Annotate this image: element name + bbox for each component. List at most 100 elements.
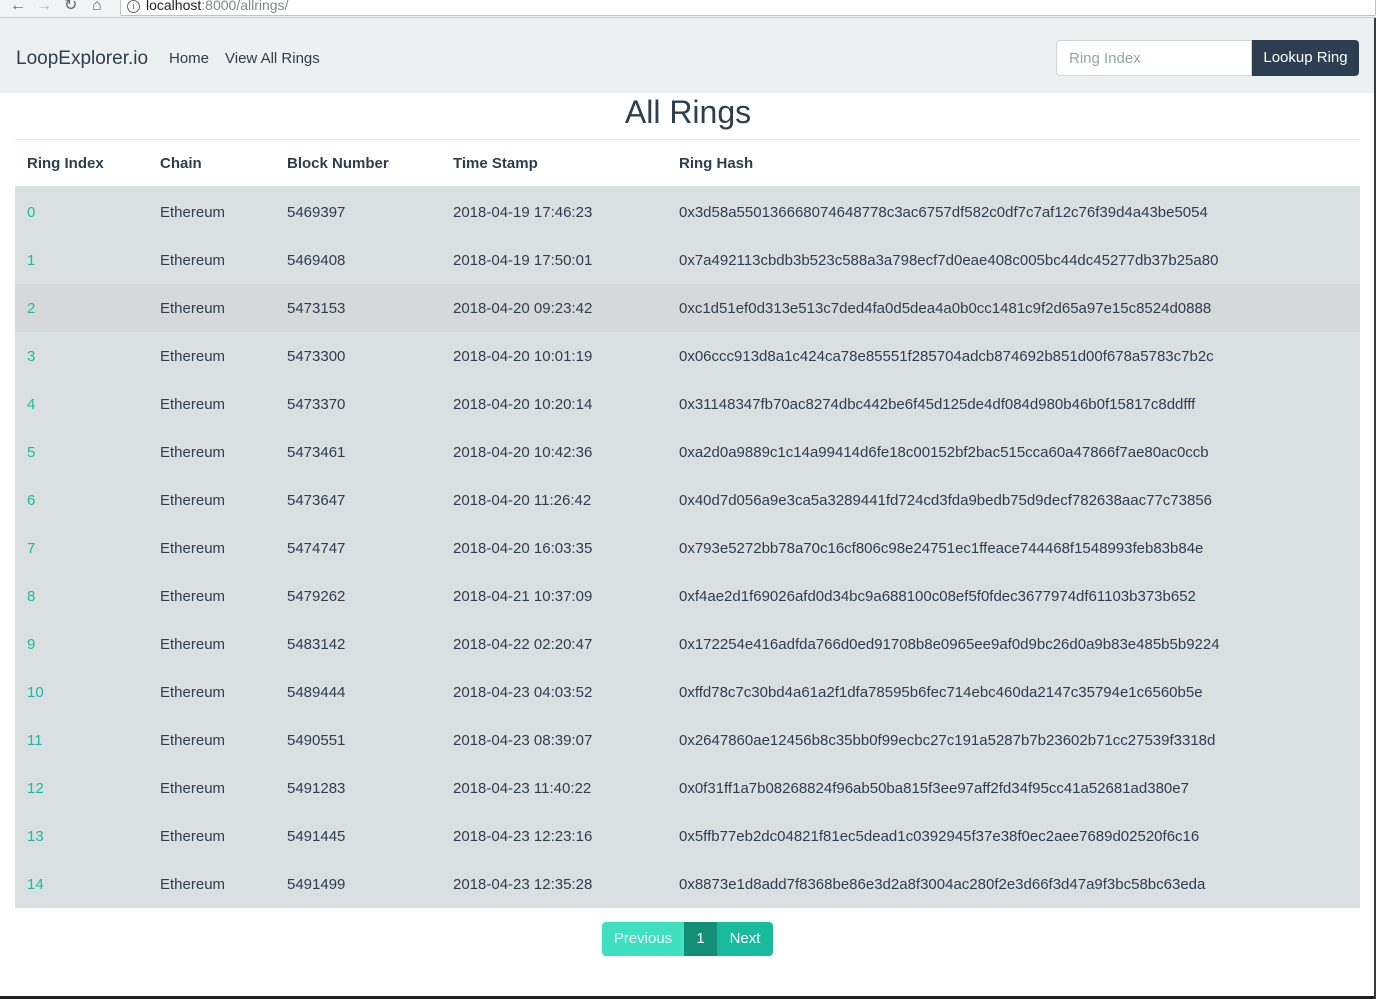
timestamp-cell: 2018-04-23 11:40:22 [441,764,667,812]
block-number-cell: 5491445 [275,812,441,860]
ring-index-link[interactable]: 13 [15,812,148,860]
ring-index-link[interactable]: 4 [15,380,148,428]
timestamp-cell: 2018-04-23 12:35:28 [441,860,667,908]
lookup-ring-button[interactable]: Lookup Ring [1252,40,1359,76]
chain-cell: Ethereum [148,524,275,572]
ring-index-input[interactable] [1056,40,1252,76]
ring-index-link[interactable]: 7 [15,524,148,572]
block-number-cell: 5490551 [275,716,441,764]
ring-index-link[interactable]: 2 [15,284,148,332]
url-path: :8000/allrings/ [201,0,289,13]
timestamp-cell: 2018-04-20 11:26:42 [441,476,667,524]
ring-index-link[interactable]: 14 [15,860,148,908]
table-row[interactable]: 11 Ethereum 5490551 2018-04-23 08:39:07 0x26… [15,716,1360,764]
url-host: localhost [146,0,202,13]
block-number-cell: 5473300 [275,332,441,380]
ring-hash-cell: 0x793e5272bb78a70c16cf806c98e24751ec1ffe… [667,524,1360,572]
ring-index-link[interactable]: 11 [15,716,148,764]
block-number-cell: 5473370 [275,380,441,428]
ring-index-link[interactable]: 6 [15,476,148,524]
timestamp-cell: 2018-04-20 10:20:14 [441,380,667,428]
table-header-row: Ring Index Chain Block Number Time Stamp… [15,140,1360,188]
table-body: 0 Ethereum 5469397 2018-04-19 17:46:23 0x3d5… [15,187,1360,908]
chain-cell: Ethereum [148,716,275,764]
table-row[interactable]: 1 Ethereum 5469408 2018-04-19 17:50:01 0x7a4… [15,236,1360,284]
ring-hash-cell: 0x3d58a550136668074648778c3ac6757df582c0… [667,187,1360,236]
reload-icon[interactable]: ↻ [64,0,77,15]
block-number-cell: 5491499 [275,860,441,908]
block-number-cell: 5483142 [275,620,441,668]
block-number-cell: 5491283 [275,764,441,812]
chain-cell: Ethereum [148,236,275,284]
timestamp-cell: 2018-04-23 08:39:07 [441,716,667,764]
forward-arrow-icon[interactable]: → [36,0,52,15]
nav-home-link[interactable]: Home [169,50,209,67]
page-1-button[interactable]: 1 [684,922,717,956]
brand-logo[interactable]: LoopExplorer.io [16,48,148,70]
chain-cell: Ethereum [148,620,275,668]
ring-index-link[interactable]: 12 [15,764,148,812]
header-ring-index: Ring Index [15,140,148,188]
ring-index-link[interactable]: 10 [15,668,148,716]
previous-page-button[interactable]: Previous [602,922,684,956]
timestamp-cell: 2018-04-20 10:42:36 [441,428,667,476]
chain-cell: Ethereum [148,284,275,332]
header-block-number: Block Number [275,140,441,188]
ring-index-link[interactable]: 3 [15,332,148,380]
back-arrow-icon[interactable]: ← [10,0,26,15]
ring-hash-cell: 0x5ffb77eb2dc04821f81ec5dead1c0392945f37… [667,812,1360,860]
table-row[interactable]: 0 Ethereum 5469397 2018-04-19 17:46:23 0x3d5… [15,187,1360,236]
ring-hash-cell: 0x06ccc913d8a1c424ca78e85551f285704adcb8… [667,332,1360,380]
chain-cell: Ethereum [148,476,275,524]
navbar: LoopExplorer.io Home View All Rings Look… [0,18,1376,93]
ring-hash-cell: 0x0f31ff1a7b08268824f96ab50ba815f3ee97af… [667,764,1360,812]
table-row[interactable]: 13 Ethereum 5491445 2018-04-23 12:23:16 0x5f… [15,812,1360,860]
table-row[interactable]: 8 Ethereum 5479262 2018-04-21 10:37:09 0xf4a… [15,572,1360,620]
block-number-cell: 5469408 [275,236,441,284]
ring-hash-cell: 0x31148347fb70ac8274dbc442be6f45d125de4d… [667,380,1360,428]
table-row[interactable]: 9 Ethereum 5483142 2018-04-22 02:20:47 0x172… [15,620,1360,668]
pagination: Previous 1 Next [602,922,773,956]
timestamp-cell: 2018-04-23 04:03:52 [441,668,667,716]
header-time-stamp: Time Stamp [441,140,667,188]
ring-hash-cell: 0x40d7d056a9e3ca5a3289441fd724cd3fda9bed… [667,476,1360,524]
chain-cell: Ethereum [148,332,275,380]
table-row[interactable]: 3 Ethereum 5473300 2018-04-20 10:01:19 0x06c… [15,332,1360,380]
browser-toolbar: ← → ↻ ⌂ i localhost:8000/allrings/ [0,0,1376,18]
timestamp-cell: 2018-04-23 12:23:16 [441,812,667,860]
ring-hash-cell: 0x172254e416adfda766d0ed91708b8e0965ee9a… [667,620,1360,668]
block-number-cell: 5473461 [275,428,441,476]
ring-index-link[interactable]: 9 [15,620,148,668]
next-page-button[interactable]: Next [717,922,773,956]
ring-index-link[interactable]: 1 [15,236,148,284]
ring-hash-cell: 0xffd78c7c30bd4a61a2f1dfa78595b6fec714eb… [667,668,1360,716]
chain-cell: Ethereum [148,572,275,620]
table-row[interactable]: 4 Ethereum 5473370 2018-04-20 10:20:14 0x311… [15,380,1360,428]
ring-hash-cell: 0xf4ae2d1f69026afd0d34bc9a688100c08ef5f0… [667,572,1360,620]
rings-table: Ring Index Chain Block Number Time Stamp… [15,140,1360,908]
ring-index-link[interactable]: 0 [15,187,148,236]
chain-cell: Ethereum [148,380,275,428]
table-row[interactable]: 12 Ethereum 5491283 2018-04-23 11:40:22 0x0f… [15,764,1360,812]
ring-index-link[interactable]: 5 [15,428,148,476]
timestamp-cell: 2018-04-19 17:50:01 [441,236,667,284]
table-row[interactable]: 5 Ethereum 5473461 2018-04-20 10:42:36 0xa2d… [15,428,1360,476]
header-chain: Chain [148,140,275,188]
home-icon[interactable]: ⌂ [92,0,102,15]
ring-index-link[interactable]: 8 [15,572,148,620]
table-row[interactable]: 14 Ethereum 5491499 2018-04-23 12:35:28 0x88… [15,860,1360,908]
header-ring-hash: Ring Hash [667,140,1360,188]
block-number-cell: 5469397 [275,187,441,236]
table-row[interactable]: 6 Ethereum 5473647 2018-04-20 11:26:42 0x40d… [15,476,1360,524]
table-row[interactable]: 2 Ethereum 5473153 2018-04-20 09:23:42 0xc1d… [15,284,1360,332]
block-number-cell: 5473153 [275,284,441,332]
address-bar[interactable]: i localhost:8000/allrings/ [120,0,1376,16]
nav-view-all-rings-link[interactable]: View All Rings [225,50,320,67]
ring-hash-cell: 0xc1d51ef0d313e513c7ded4fa0d5dea4a0b0cc1… [667,284,1360,332]
table-row[interactable]: 7 Ethereum 5474747 2018-04-20 16:03:35 0x793… [15,524,1360,572]
table-row[interactable]: 10 Ethereum 5489444 2018-04-23 04:03:52 0xff… [15,668,1360,716]
info-icon[interactable]: i [127,0,140,13]
ring-hash-cell: 0x7a492113cbdb3b523c588a3a798ecf7d0eae40… [667,236,1360,284]
ring-hash-cell: 0xa2d0a9889c1c14a99414d6fe18c00152bf2bac… [667,428,1360,476]
timestamp-cell: 2018-04-19 17:46:23 [441,187,667,236]
